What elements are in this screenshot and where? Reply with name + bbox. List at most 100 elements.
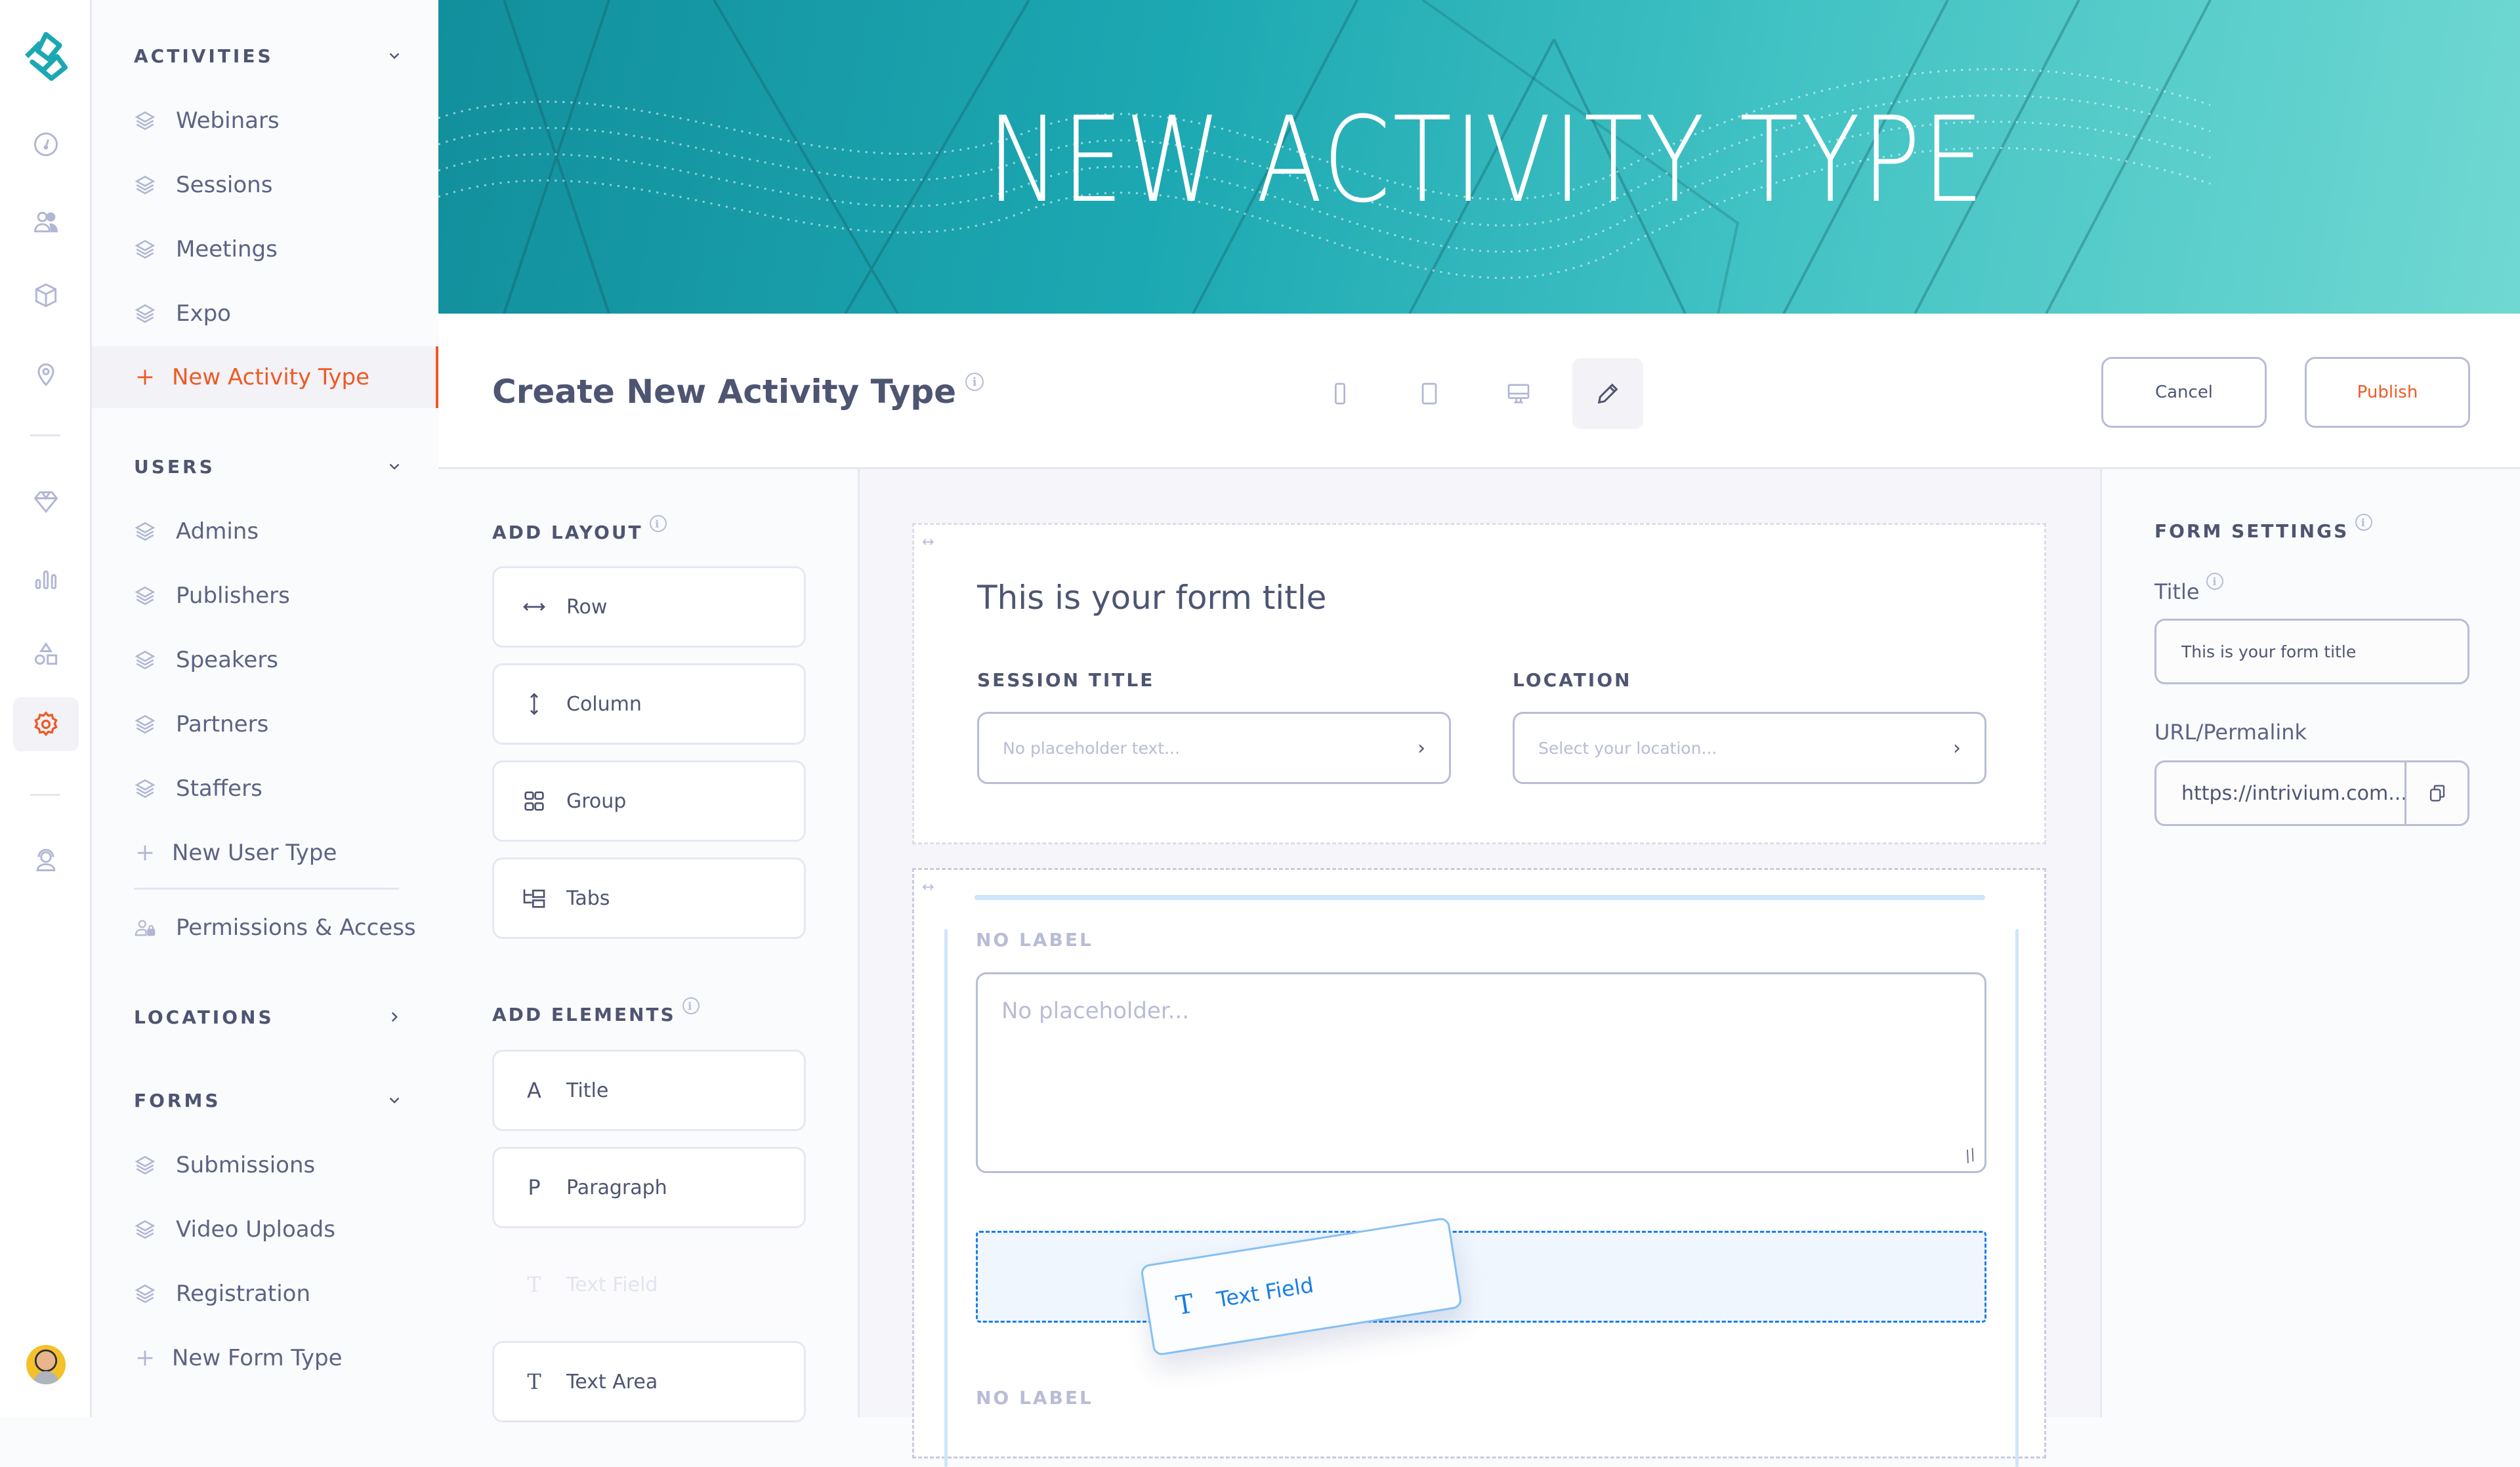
layers-icon <box>134 174 156 196</box>
chevron-down-icon <box>389 1097 400 1104</box>
field-label-location: LOCATION <box>1513 669 1632 691</box>
device-preview-switcher <box>1305 358 1643 429</box>
form-title[interactable]: This is your form title <box>977 579 1326 617</box>
drag-handle-icon[interactable]: ↔ <box>922 534 934 550</box>
info-icon[interactable]: i <box>965 373 984 391</box>
textarea-field[interactable]: No placeholder...// <box>976 972 1986 1173</box>
form-settings-panel: FORM SETTINGS i Title i This is your form … <box>2100 469 2520 1417</box>
layers-icon <box>134 585 156 607</box>
bar-chart-icon[interactable] <box>26 559 66 598</box>
user-avatar[interactable] <box>26 1345 66 1384</box>
sidebar-item-submissions[interactable]: Submissions <box>92 1134 438 1196</box>
copy-icon <box>2429 785 2445 802</box>
dashboard-icon[interactable] <box>26 125 66 164</box>
element-item-paragraph[interactable]: P Paragraph <box>492 1147 806 1228</box>
field-label-session-title: SESSION TITLE <box>977 669 1155 691</box>
layers-icon <box>134 713 156 735</box>
info-icon[interactable]: i <box>682 997 700 1014</box>
gear-icon <box>34 711 58 737</box>
box-icon[interactable] <box>26 276 66 315</box>
layout-item-row[interactable]: Row <box>492 566 806 648</box>
sidebar-item-new-user-type[interactable]: New User Type <box>92 822 438 884</box>
builder-palette: ADD LAYOUT i Row Column Group Tabs ADD EL… <box>438 469 860 1422</box>
tablet-icon <box>1421 382 1437 405</box>
user-lock-icon <box>134 917 156 939</box>
section-header-activities[interactable]: ACTIVITIES <box>134 39 403 72</box>
tabs-icon <box>519 885 549 911</box>
element-item-text-field-placeholder[interactable]: T Text Field <box>492 1244 806 1325</box>
sidebar-item-meetings[interactable]: Meetings <box>92 218 438 280</box>
location-pin-icon[interactable] <box>26 354 66 394</box>
session-title-input[interactable]: No placeholder text... › <box>977 712 1451 784</box>
grid-icon <box>519 788 549 814</box>
rail-divider <box>30 434 60 436</box>
sidebar-item-webinars[interactable]: Webinars <box>92 90 438 152</box>
form-block-header[interactable]: ↔ This is your form title SESSION TITLE … <box>912 523 2046 844</box>
element-item-title[interactable]: A Title <box>492 1050 806 1131</box>
banner-title: NEW ACTIVITY TYPE <box>987 92 1986 229</box>
title-input[interactable]: This is your form title <box>2154 619 2469 684</box>
edit-mode-button[interactable] <box>1572 358 1643 429</box>
location-select[interactable]: Select your location... › <box>1513 712 1986 784</box>
logo-icon[interactable] <box>18 29 74 84</box>
plus-icon <box>134 1347 156 1369</box>
layers-icon <box>134 1283 156 1305</box>
sidebar-item-new-activity-type[interactable]: New Activity Type <box>92 346 438 408</box>
section-header-locations[interactable]: LOCATIONS <box>134 1001 403 1033</box>
publish-button[interactable]: Publish <box>2305 357 2470 428</box>
column-guide-right <box>2015 929 2019 1467</box>
layout-item-group[interactable]: Group <box>492 760 806 842</box>
settings-rail-item[interactable] <box>13 697 79 751</box>
sidebar-item-permissions[interactable]: Permissions & Access <box>92 897 438 959</box>
layers-icon <box>134 110 156 132</box>
chevron-right-icon: › <box>1953 736 1961 760</box>
sidebar-item-publishers[interactable]: Publishers <box>92 565 438 627</box>
resize-handle-icon[interactable]: // <box>1962 1145 1979 1166</box>
sidebar-item-sessions[interactable]: Sessions <box>92 154 438 216</box>
form-block-body[interactable]: ↔ NO LABEL No placeholder...// T Text Fie… <box>912 868 2046 1467</box>
mobile-preview-button[interactable] <box>1305 358 1376 429</box>
sidebar-divider <box>134 888 399 890</box>
cancel-button[interactable]: Cancel <box>2101 357 2267 428</box>
shapes-icon[interactable] <box>26 635 66 674</box>
sidebar-item-admins[interactable]: Admins <box>92 501 438 562</box>
letter-p-icon: P <box>528 1175 541 1200</box>
sidebar-item-staffers[interactable]: Staffers <box>92 758 438 819</box>
text-t-icon: T <box>527 1369 541 1394</box>
sidebar-item-expo[interactable]: Expo <box>92 283 438 344</box>
drag-handle-icon[interactable]: ↔ <box>922 879 934 896</box>
drop-zone[interactable] <box>976 1231 1986 1323</box>
url-input[interactable]: https://intrivium.com... <box>2154 760 2469 826</box>
sidebar-item-partners[interactable]: Partners <box>92 693 438 755</box>
chevron-right-icon: › <box>1418 736 1425 760</box>
support-icon[interactable] <box>26 840 66 879</box>
element-item-text-area[interactable]: T Text Area <box>492 1341 806 1422</box>
layers-icon <box>134 238 156 260</box>
sidebar-item-new-form-type[interactable]: New Form Type <box>92 1327 438 1389</box>
page-banner: NEW ACTIVITY TYPE <box>438 0 2520 314</box>
page-title: Create New Activity Type i <box>492 373 984 411</box>
sidebar-item-speakers[interactable]: Speakers <box>92 629 438 691</box>
sidebar-item-registration[interactable]: Registration <box>92 1263 438 1325</box>
column-guide-left <box>944 929 948 1467</box>
info-icon[interactable]: i <box>2355 514 2373 531</box>
users-icon[interactable] <box>26 202 66 241</box>
arrows-vertical-icon <box>519 691 549 717</box>
icon-rail <box>0 0 92 1417</box>
section-header-forms[interactable]: FORMS <box>134 1084 403 1117</box>
sidebar: ACTIVITIES Webinars Sessions Meetings Ex… <box>92 0 438 1417</box>
desktop-preview-button[interactable] <box>1483 358 1554 429</box>
section-header-users[interactable]: USERS <box>134 450 403 483</box>
info-icon[interactable]: i <box>2206 573 2223 590</box>
pencil-icon <box>1597 383 1618 404</box>
sidebar-item-video-uploads[interactable]: Video Uploads <box>92 1199 438 1260</box>
diamond-icon[interactable] <box>26 482 66 522</box>
layout-item-column[interactable]: Column <box>492 663 806 745</box>
tablet-preview-button[interactable] <box>1394 358 1465 429</box>
layout-item-tabs[interactable]: Tabs <box>492 857 806 939</box>
chevron-down-icon <box>389 52 400 59</box>
info-icon[interactable]: i <box>649 515 667 532</box>
plus-icon <box>134 842 156 864</box>
copy-button[interactable] <box>2404 762 2468 824</box>
layers-icon <box>134 520 156 543</box>
